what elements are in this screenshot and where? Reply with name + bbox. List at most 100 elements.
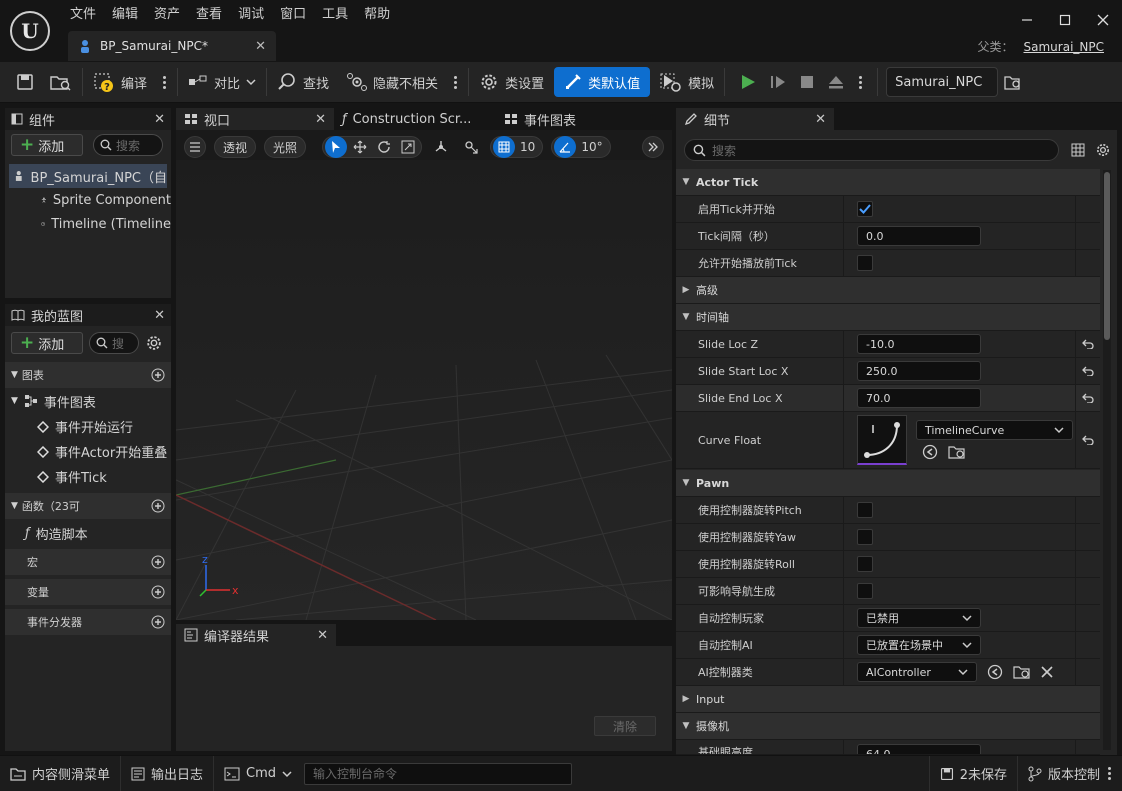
maximize-button[interactable] xyxy=(1046,8,1084,32)
browse-asset-icon[interactable] xyxy=(1013,664,1031,680)
add-function-icon[interactable] xyxy=(151,499,165,513)
cmd-dropdown[interactable]: Cmd xyxy=(214,756,302,791)
add-macro-icon[interactable] xyxy=(151,555,165,569)
grid-snap-group[interactable]: 10 xyxy=(490,136,544,158)
menu-debug[interactable]: 调试 xyxy=(230,4,272,26)
class-defaults-button[interactable]: 类默认值 xyxy=(554,67,651,97)
menu-file[interactable]: 文件 xyxy=(62,4,104,26)
debug-object-dropdown[interactable]: Samurai_NPC xyxy=(886,67,999,97)
unreal-logo-icon[interactable]: U xyxy=(10,11,50,51)
reset-to-default-icon[interactable] xyxy=(1076,366,1100,376)
close-tab-icon[interactable]: ✕ xyxy=(315,112,326,127)
eject-icon[interactable] xyxy=(827,73,845,91)
compiler-results-tab[interactable]: 编译器结果 ✕ xyxy=(176,624,336,646)
close-tab-icon[interactable]: ✕ xyxy=(255,39,266,54)
diff-button[interactable]: 对比 xyxy=(182,67,262,97)
section-advanced[interactable]: ▶ 高级 xyxy=(676,277,1100,304)
close-panel-icon[interactable]: ✕ xyxy=(154,308,165,323)
section-camera[interactable]: ▼ 摄像机 xyxy=(676,713,1100,740)
rotate-tool-icon[interactable] xyxy=(373,136,395,158)
curve-thumbnail[interactable] xyxy=(857,415,907,465)
simulate-button[interactable]: 模拟 xyxy=(654,67,720,97)
ai-controller-class-dropdown[interactable]: AIController xyxy=(857,662,977,682)
use-controller-pitch-checkbox[interactable] xyxy=(857,502,873,518)
source-control-button[interactable]: 版本控制 xyxy=(1018,756,1122,791)
tab-construction-script[interactable]: ƒ Construction Scr... xyxy=(334,108,496,130)
reset-to-default-icon[interactable] xyxy=(1076,435,1100,445)
use-controller-yaw-checkbox[interactable] xyxy=(857,529,873,545)
more-options-icon[interactable] xyxy=(1106,767,1112,780)
section-pawn[interactable]: ▼ Pawn xyxy=(676,470,1100,497)
component-row-sprite[interactable]: Sprite Component xyxy=(5,188,171,212)
start-with-tick-checkbox[interactable] xyxy=(857,201,873,217)
tab-viewport[interactable]: 视口 ✕ xyxy=(176,108,334,130)
add-member-button[interactable]: + 添加 xyxy=(11,332,83,354)
functions-section-header[interactable]: ▼ 函数（23可 xyxy=(5,493,171,519)
find-button[interactable]: 查找 xyxy=(271,67,335,97)
use-selected-icon[interactable] xyxy=(922,444,938,460)
add-variable-icon[interactable] xyxy=(151,585,165,599)
lit-button[interactable]: 光照 xyxy=(264,136,307,158)
section-actor-tick[interactable]: ▼ Actor Tick xyxy=(676,169,1100,196)
section-input[interactable]: ▶ Input xyxy=(676,686,1100,713)
play-icon[interactable] xyxy=(739,73,757,91)
close-panel-icon[interactable]: ✕ xyxy=(154,112,165,127)
event-row-begin-overlap[interactable]: 事件Actor开始重叠 xyxy=(5,439,171,464)
surface-snap-icon[interactable] xyxy=(460,136,482,158)
menu-help[interactable]: 帮助 xyxy=(356,4,398,26)
menu-tools[interactable]: 工具 xyxy=(314,4,356,26)
browse-button[interactable] xyxy=(44,67,78,97)
parent-class-link[interactable]: Samurai_NPC xyxy=(1024,40,1104,54)
can-affect-navigation-checkbox[interactable] xyxy=(857,583,873,599)
auto-possess-ai-dropdown[interactable]: 已放置在场景中 xyxy=(857,635,981,655)
output-log-button[interactable]: 输出日志 xyxy=(121,755,215,791)
blueprint-search-input[interactable]: 搜 xyxy=(89,332,139,354)
viewport-menu-button[interactable] xyxy=(184,136,206,158)
event-graph-row[interactable]: ▼ 事件图表 xyxy=(5,388,171,414)
components-tab[interactable]: 组件 ✕ xyxy=(5,108,171,130)
browse-debug-icon[interactable] xyxy=(1004,73,1022,91)
component-search-input[interactable]: 搜索 xyxy=(93,134,163,156)
step-icon[interactable] xyxy=(769,73,787,91)
event-row-tick[interactable]: 事件Tick xyxy=(5,464,171,489)
use-selected-icon[interactable] xyxy=(987,664,1003,680)
tick-before-play-checkbox[interactable] xyxy=(857,255,873,271)
add-component-button[interactable]: + 添加 xyxy=(11,134,83,156)
content-drawer-button[interactable]: 内容侧滑菜单 xyxy=(0,755,122,791)
minimize-button[interactable] xyxy=(1008,8,1046,32)
perspective-button[interactable]: 透视 xyxy=(214,136,257,158)
reset-to-default-icon[interactable] xyxy=(1076,339,1100,349)
unsaved-button[interactable]: 2未保存 xyxy=(928,755,1018,791)
select-tool-icon[interactable] xyxy=(325,136,348,158)
save-button[interactable] xyxy=(10,67,40,97)
gear-icon[interactable] xyxy=(145,334,163,352)
class-settings-button[interactable]: 类设置 xyxy=(473,67,550,97)
slide-loc-z-field[interactable]: -10.0 xyxy=(857,334,981,354)
menu-window[interactable]: 窗口 xyxy=(272,4,314,26)
close-tab-icon[interactable]: ✕ xyxy=(815,112,826,127)
add-graph-icon[interactable] xyxy=(151,368,165,382)
add-dispatcher-icon[interactable] xyxy=(151,615,165,629)
table-view-icon[interactable] xyxy=(1071,143,1085,157)
browse-asset-icon[interactable] xyxy=(948,444,966,460)
scale-tool-icon[interactable] xyxy=(397,136,419,158)
tick-interval-field[interactable]: 0.0 xyxy=(857,226,981,246)
hide-unrelated-button[interactable]: 隐藏不相关 xyxy=(339,67,464,97)
component-row-timeline[interactable]: Timeline (Timeline xyxy=(5,212,171,236)
curve-asset-dropdown[interactable]: TimelineCurve xyxy=(916,420,1073,440)
angle-snap-group[interactable]: 10° xyxy=(551,136,611,158)
angle-snap-icon[interactable] xyxy=(554,136,577,158)
details-tab[interactable]: 细节 ✕ xyxy=(676,108,834,130)
component-root-row[interactable]: BP_Samurai_NPC（自 xyxy=(9,164,167,188)
console-command-input[interactable]: 输入控制台命令 xyxy=(304,762,573,785)
variables-section-header[interactable]: 变量 xyxy=(5,579,171,605)
close-window-button[interactable] xyxy=(1084,8,1122,32)
clear-button[interactable]: 清除 xyxy=(594,716,656,736)
translate-tool-icon[interactable] xyxy=(349,136,371,158)
graphs-section-header[interactable]: ▼ 图表 xyxy=(5,362,171,388)
reset-to-default-icon[interactable] xyxy=(1076,393,1100,403)
compile-options-icon[interactable] xyxy=(161,75,167,89)
compile-button[interactable]: ? 编译 xyxy=(87,67,173,97)
world-local-icon[interactable] xyxy=(430,136,452,158)
menu-edit[interactable]: 编辑 xyxy=(104,4,146,26)
